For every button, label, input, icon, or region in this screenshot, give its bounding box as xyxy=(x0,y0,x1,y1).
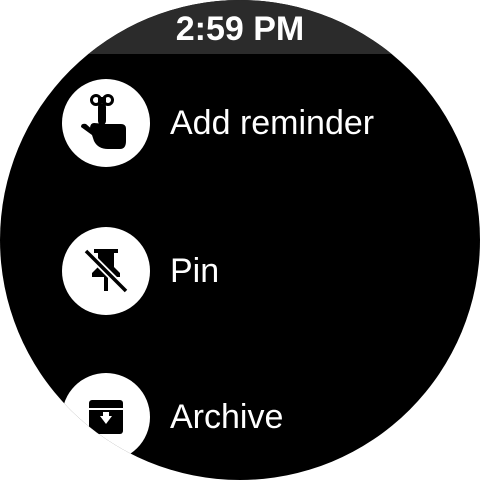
archive-icon-button[interactable] xyxy=(62,373,150,461)
menu-item-pin[interactable]: Pin xyxy=(62,226,442,316)
menu-item-label: Pin xyxy=(170,252,220,290)
menu-item-label: Archive xyxy=(170,398,284,436)
menu-item-archive[interactable]: Archive xyxy=(62,372,442,462)
status-bar: 2:59 PM xyxy=(0,0,480,54)
add-reminder-icon-button[interactable] xyxy=(62,79,150,167)
pin-icon-button[interactable] xyxy=(62,227,150,315)
clock-time: 2:59 PM xyxy=(175,10,305,48)
menu-item-add-reminder[interactable]: Add reminder xyxy=(62,78,442,168)
menu-item-label: Add reminder xyxy=(170,104,375,142)
unpin-icon xyxy=(83,248,129,294)
archive-icon xyxy=(89,400,123,434)
watch-face: 2:59 PM Add reminder Pin Archive xyxy=(0,0,480,480)
reminder-finger-icon xyxy=(81,94,126,149)
